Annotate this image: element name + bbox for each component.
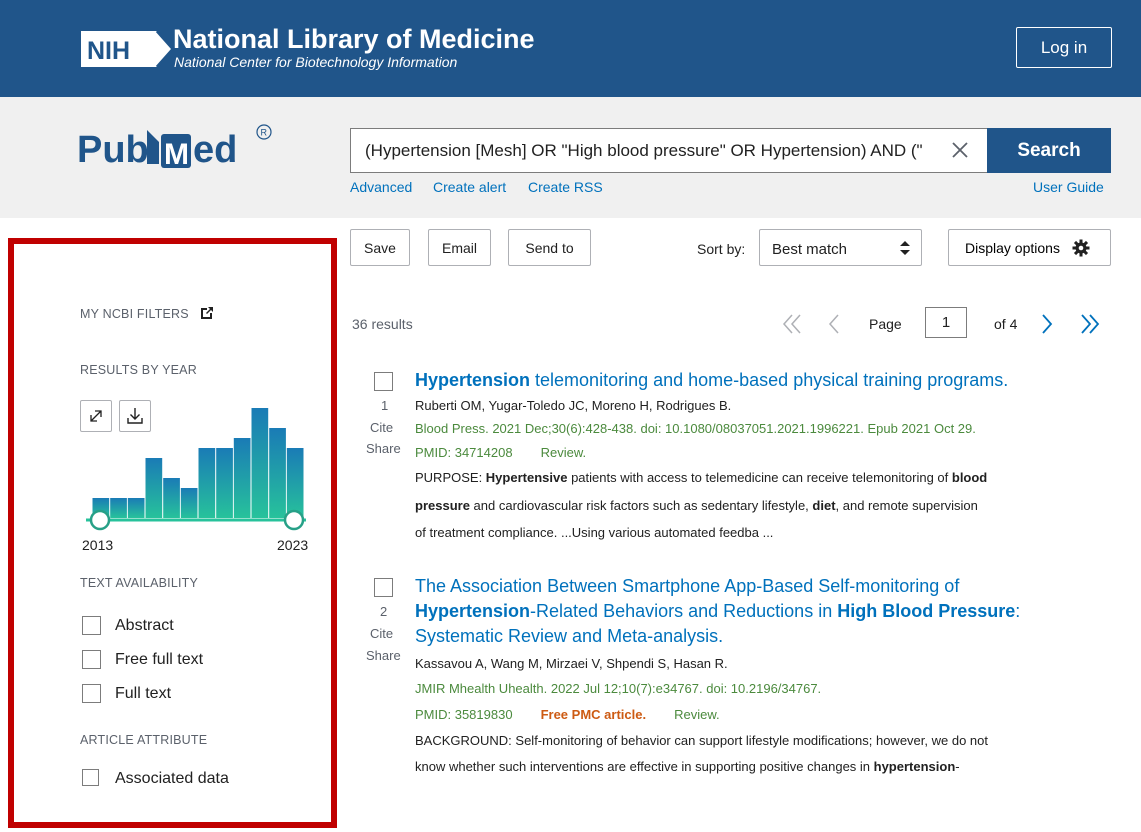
result-1-cite[interactable]: Cite [370, 420, 393, 435]
gear-icon [1072, 239, 1090, 257]
year-bar-8[interactable] [216, 448, 233, 518]
search-input[interactable] [365, 129, 940, 172]
result-2-free-pmc-tag[interactable]: Free PMC article. [541, 707, 647, 722]
year-bar-6[interactable] [180, 488, 198, 518]
year-bar-2[interactable] [110, 498, 127, 518]
year-bar-10[interactable] [251, 408, 269, 518]
sort-label: Sort by: [697, 241, 746, 257]
first-page-icon[interactable] [780, 312, 804, 336]
search-box [350, 128, 987, 173]
result-2-cite[interactable]: Cite [370, 626, 393, 641]
result-2-review-tag: Review. [674, 707, 720, 722]
result-1-share[interactable]: Share [366, 441, 401, 456]
pubmed-logo[interactable]: Pub M ed R [77, 120, 277, 174]
result-1-snippet-line-2: pressure and cardiovascular risk factors… [415, 498, 978, 513]
result-1-title-highlight: Hypertension [415, 370, 531, 390]
svg-text:R: R [261, 128, 268, 138]
next-page-icon[interactable] [1039, 312, 1055, 336]
search-button[interactable]: Search [987, 128, 1111, 173]
my-ncbi-filters-heading[interactable]: MY NCBI FILTERS [80, 307, 189, 321]
clear-icon [952, 141, 968, 158]
year-bar-7[interactable] [198, 448, 216, 518]
advanced-link[interactable]: Advanced [350, 179, 412, 195]
result-1-title-text: telemonitoring and home-based physical t… [530, 370, 1009, 390]
result-2-title-line-3[interactable]: Systematic Review and Meta-analysis. [415, 626, 723, 647]
result-2-title-line-1[interactable]: The Association Between Smartphone App-B… [415, 576, 959, 597]
last-page-icon[interactable] [1078, 312, 1102, 336]
nih-header: NIH National Library of Medicine Nationa… [0, 0, 1141, 97]
clear-search-button[interactable] [944, 135, 976, 167]
nih-subtitle: National Center for Biotechnology Inform… [174, 54, 458, 70]
result-1-pmid: PMID: 34714208 [415, 445, 513, 460]
year-bar-4[interactable] [145, 458, 163, 518]
result-2-share[interactable]: Share [366, 648, 401, 663]
results-count: 36 results [352, 316, 413, 332]
sort-arrows-icon [900, 241, 910, 255]
result-2-meta: PMID: 35819830 Free PMC article. Review. [415, 707, 720, 722]
login-button[interactable]: Log in [1016, 27, 1112, 68]
nih-logo[interactable]: NIH [79, 29, 175, 69]
result-1-number: 1 [381, 398, 389, 413]
sort-value: Best match [772, 241, 848, 258]
create-rss-link[interactable]: Create RSS [528, 179, 603, 195]
year-bar-3[interactable] [127, 498, 145, 518]
result-1-title[interactable]: Hypertension telemonitoring and home-bas… [415, 370, 1008, 391]
year-start-label: 2013 [82, 537, 114, 553]
abstract-checkbox[interactable] [82, 616, 101, 635]
result-2-snippet-line-2: know whether such interventions are effe… [415, 759, 960, 774]
result-2-checkbox[interactable] [374, 578, 393, 597]
page-total: of 4 [994, 316, 1018, 332]
result-1-snippet-line-1: PURPOSE: Hypertensive patients with acce… [415, 470, 988, 485]
result-2-authors: Kassavou A, Wang M, Mirzaei V, Shpendi S… [415, 656, 728, 671]
year-end-label: 2023 [277, 537, 309, 553]
save-button[interactable]: Save [350, 229, 410, 266]
nih-title: National Library of Medicine [173, 24, 535, 54]
year-bar-11[interactable] [269, 428, 286, 518]
result-1-snippet-line-3: of treatment compliance. ...Using variou… [415, 525, 774, 540]
sort-select[interactable]: Best match [759, 229, 922, 266]
create-alert-link[interactable]: Create alert [433, 179, 506, 195]
range-handle-end[interactable] [283, 509, 305, 531]
external-link-icon[interactable] [199, 305, 215, 321]
email-button[interactable]: Email [428, 229, 491, 266]
results-by-year-chart[interactable] [80, 398, 320, 538]
result-2-snippet-line-1: BACKGROUND: Self-monitoring of behavior … [415, 733, 988, 748]
send-to-button[interactable]: Send to [508, 229, 591, 266]
result-2-title-line-2[interactable]: Hypertension-Related Behaviors and Reduc… [415, 601, 1020, 622]
full-text-checkbox[interactable] [82, 684, 101, 703]
range-handle-start[interactable] [89, 509, 111, 531]
prev-page-icon[interactable] [826, 312, 842, 336]
result-1-review-tag: Review. [540, 445, 587, 460]
results-by-year-heading: RESULTS BY YEAR [80, 363, 197, 377]
page-label: Page [869, 316, 902, 332]
svg-text:Pub: Pub [77, 129, 149, 171]
svg-text:ed: ed [193, 129, 237, 171]
result-1-checkbox[interactable] [374, 372, 393, 391]
nih-logo-text: NIH [87, 37, 130, 65]
free-full-text-label: Free full text [115, 651, 204, 668]
year-bar-9[interactable] [233, 438, 251, 518]
article-attribute-heading: ARTICLE ATTRIBUTE [80, 733, 208, 747]
abstract-label: Abstract [115, 617, 174, 634]
result-2-number: 2 [380, 604, 388, 619]
result-1-authors: Ruberti OM, Yugar-Toledo JC, Moreno H, R… [415, 398, 732, 413]
associated-data-checkbox[interactable] [82, 769, 99, 786]
svg-text:M: M [164, 138, 189, 171]
display-options-button[interactable]: Display options [948, 229, 1111, 266]
result-2-pmid: PMID: 35819830 [415, 707, 513, 722]
year-bar-12[interactable] [286, 448, 304, 518]
result-1-meta: PMID: 34714208 Review. [415, 445, 586, 460]
user-guide-link[interactable]: User Guide [1033, 179, 1104, 195]
result-1-citation: Blood Press. 2021 Dec;30(6):428-438. doi… [415, 421, 976, 436]
search-band: Pub M ed R Search Advanced Create alert … [0, 97, 1141, 218]
display-options-label: Display options [965, 240, 1060, 256]
free-full-text-checkbox[interactable] [82, 650, 101, 669]
page-number-input[interactable] [925, 307, 967, 338]
associated-data-label: Associated data [115, 770, 229, 787]
text-availability-heading: TEXT AVAILABILITY [80, 576, 199, 590]
result-2-citation: JMIR Mhealth Uhealth. 2022 Jul 12;10(7):… [415, 681, 822, 696]
year-bar-5[interactable] [163, 478, 180, 518]
full-text-label: Full text [115, 685, 172, 702]
